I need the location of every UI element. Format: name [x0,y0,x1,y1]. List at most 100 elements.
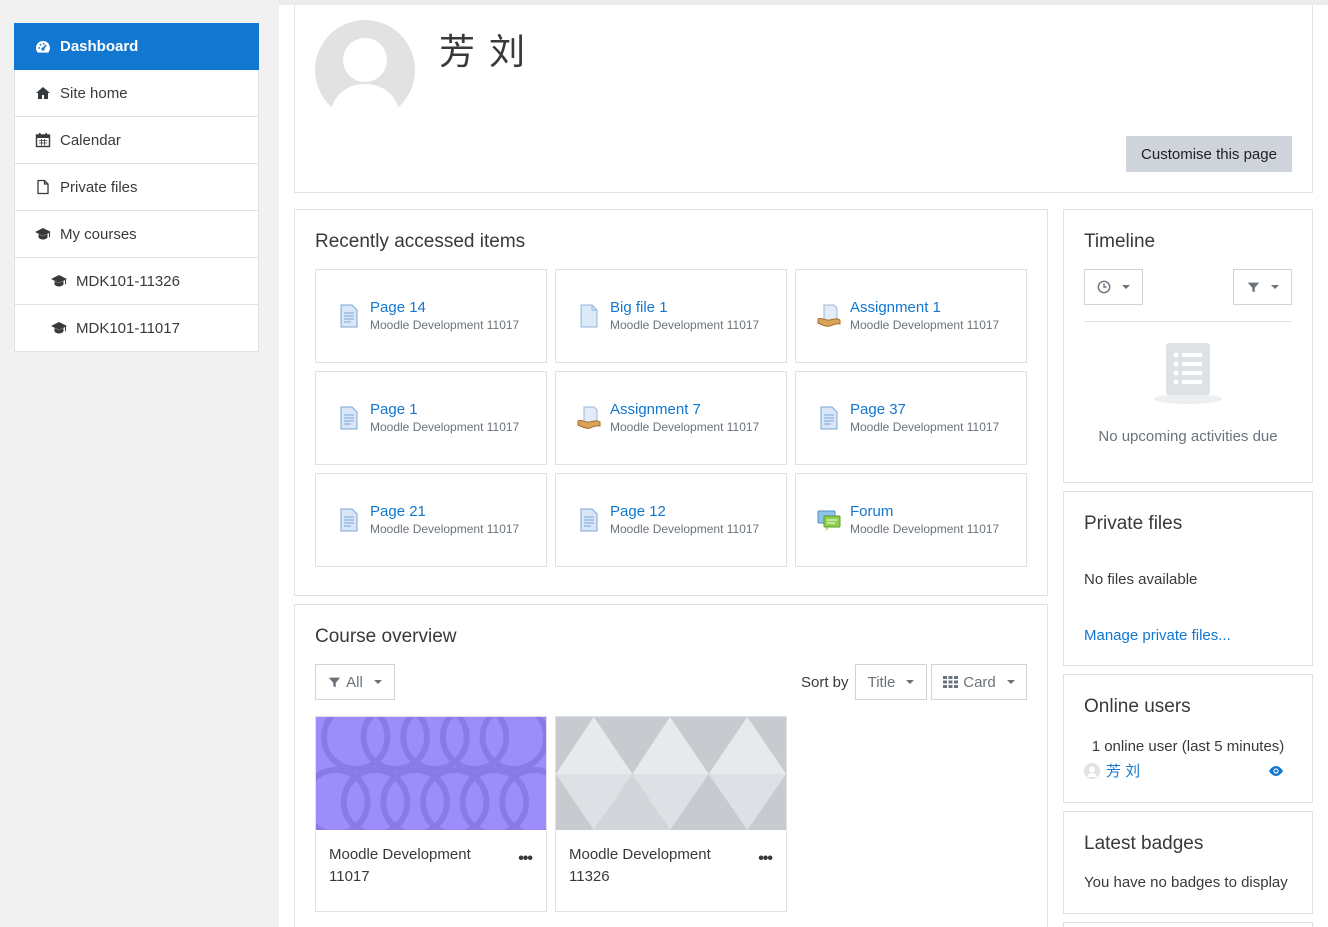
block-title: Timeline [1084,231,1156,252]
course-card[interactable]: Moodle Development 11017 ••• [315,716,547,912]
nav-item-calendar[interactable]: Calendar [14,117,259,164]
graduation-cap-icon [51,273,67,289]
recent-item-course: Moodle Development 11017 [850,317,1000,332]
badges-empty-text: You have no badges to display [1084,874,1288,891]
nav-item-label: My courses [60,225,137,243]
course-name-line2: 11326 [569,868,610,885]
file-icon [580,304,598,328]
nav-item-label: Site home [60,84,128,102]
recent-item[interactable]: Big file 1 Moodle Development 11017 [555,269,787,363]
eye-icon[interactable] [1268,765,1284,777]
nav-item-site-home[interactable]: Site home [14,70,259,117]
user-avatar-icon [1084,762,1100,779]
online-users-summary: 1 online user (last 5 minutes) [1091,738,1285,755]
empty-list-icon [1154,343,1222,404]
online-user-entry[interactable]: 芳 刘 [1084,760,1140,781]
recent-item-course: Moodle Development 11017 [610,317,760,332]
timeline-block: Timeline No upcoming activities due [1063,209,1313,483]
view-dropdown[interactable]: Card [931,664,1027,700]
nav-item-label: Calendar [60,131,121,149]
recently-accessed-block: Recently accessed items Page 14 Moodle De… [294,209,1048,596]
page-icon [340,406,358,430]
dashboard-icon [35,39,51,55]
course-overview-block: Course overview All Sort by Title Card M… [294,604,1048,927]
assignment-icon [577,406,601,429]
graduation-cap-icon [35,226,51,242]
chevron-down-icon [1122,285,1130,289]
graduation-cap-icon [51,320,67,336]
timeline-empty-text: No upcoming activities due [1098,428,1278,445]
block-title: Recently accessed items [315,231,526,252]
timeline-date-filter[interactable] [1084,269,1143,305]
timeline-sort-filter[interactable] [1233,269,1292,305]
sort-dropdown[interactable]: Title [855,664,927,700]
recent-item-name: Page 1 [370,400,418,418]
course-name[interactable]: Moodle Development 11326 [569,844,739,888]
calendar-icon [35,132,51,148]
filter-icon [1247,282,1259,292]
course-name-line1: Moodle Development [569,846,711,863]
recent-item-course: Moodle Development 11017 [370,521,520,536]
course-card[interactable]: Moodle Development 11326 ••• [555,716,787,912]
grid-icon [943,676,959,688]
sidebar-nav: Dashboard Site home Calendar Private fil… [14,23,259,352]
filter-icon [328,677,341,687]
course-image [316,717,546,837]
recent-item[interactable]: Page 37 Moodle Development 11017 [795,371,1027,465]
recent-item-course: Moodle Development 11017 [850,419,1000,434]
recent-item[interactable]: Page 14 Moodle Development 11017 [315,269,547,363]
sort-value: Title [867,673,896,691]
recent-item-name: Page 37 [850,400,906,418]
block-title: Private files [1084,513,1183,534]
recent-item[interactable]: Assignment 1 Moodle Development 11017 [795,269,1027,363]
page-icon [580,508,598,532]
nav-item-my-courses[interactable]: My courses [14,211,259,258]
nav-item-course-mdk101-11326[interactable]: MDK101-11326 [14,258,259,305]
recent-item-course: Moodle Development 11017 [610,419,760,434]
divider [1084,321,1292,322]
recent-item-name: Page 21 [370,502,426,520]
online-user-name: 芳 刘 [1106,763,1141,780]
nav-item-label: MDK101-11326 [76,272,180,290]
block-title: Latest badges [1084,833,1204,854]
recent-item[interactable]: Assignment 7 Moodle Development 11017 [555,371,787,465]
page-icon [820,406,838,430]
recent-item[interactable]: Page 1 Moodle Development 11017 [315,371,547,465]
chevron-down-icon [1270,285,1279,289]
page-icon [340,508,358,532]
private-files-empty-text: No files available [1084,571,1198,588]
clock-icon [1097,280,1111,294]
page-header: 芳 刘 Customise this page [294,5,1313,193]
assignment-icon [817,304,841,327]
next-block [1063,922,1313,927]
recent-item[interactable]: Forum Moodle Development 11017 [795,473,1027,567]
block-title: Course overview [315,626,457,647]
nav-item-private-files[interactable]: Private files [14,164,259,211]
block-title: Online users [1084,696,1191,717]
nav-item-course-mdk101-11017[interactable]: MDK101-11017 [14,305,259,352]
page-icon [340,304,358,328]
nav-item-dashboard[interactable]: Dashboard [14,23,259,70]
avatar [315,20,415,120]
recent-item-name: Forum [850,502,894,520]
online-users-block: Online users 1 online user (last 5 minut… [1063,674,1313,803]
course-name-line1: Moodle Development [329,846,471,863]
recent-item[interactable]: Page 21 Moodle Development 11017 [315,473,547,567]
manage-private-files-link[interactable]: Manage private files... [1084,627,1231,644]
recent-item-name: Page 14 [370,298,426,316]
customise-page-button[interactable]: Customise this page [1126,136,1292,172]
page-title: 芳 刘 [439,31,528,72]
chevron-down-icon [373,680,382,684]
course-name[interactable]: Moodle Development 11017 [329,844,499,888]
recent-item-course: Moodle Development 11017 [850,521,1000,536]
course-menu-button[interactable]: ••• [518,850,533,868]
chevron-down-icon [906,680,915,684]
view-value: Card [963,673,996,691]
recent-item-name: Page 12 [610,502,666,520]
course-filter-dropdown[interactable]: All [315,664,395,700]
home-icon [35,85,51,101]
recent-item[interactable]: Page 12 Moodle Development 11017 [555,473,787,567]
recent-item-course: Moodle Development 11017 [370,419,520,434]
course-menu-button[interactable]: ••• [758,850,773,868]
private-files-block: Private files No files available Manage … [1063,491,1313,666]
